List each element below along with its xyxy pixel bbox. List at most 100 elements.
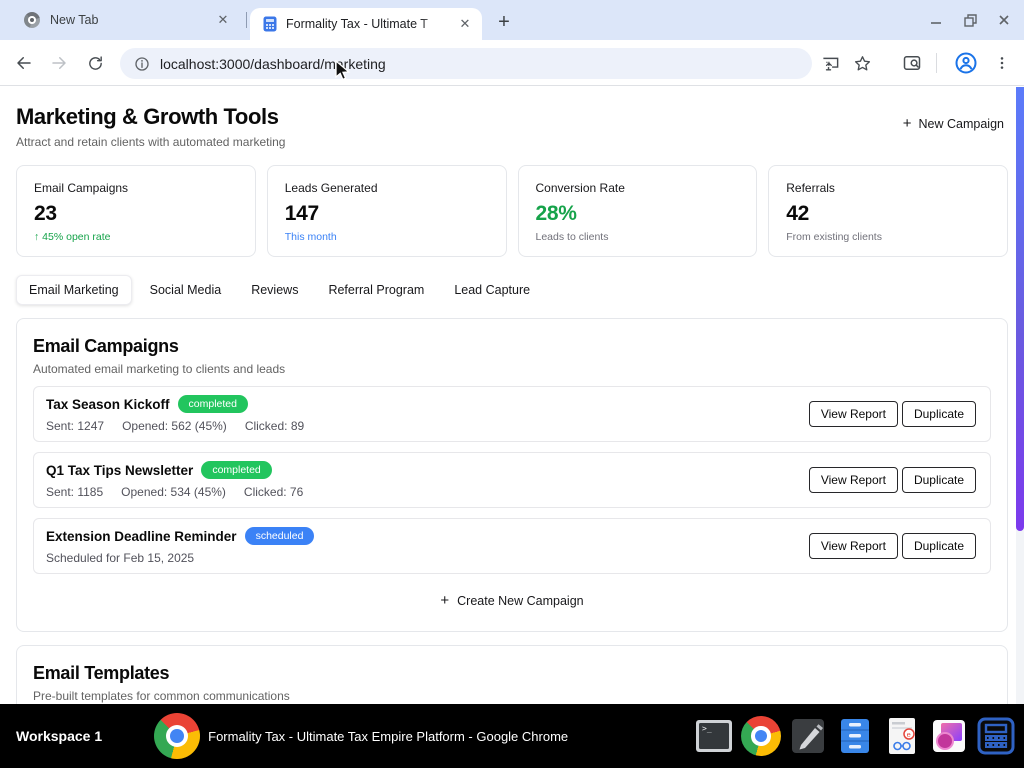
document-viewer-icon[interactable]: e [882, 716, 922, 756]
tab-email-marketing[interactable]: Email Marketing [16, 275, 132, 305]
install-app-icon[interactable] [817, 50, 843, 76]
tab-separator [246, 12, 247, 28]
campaign-stat: Scheduled for Feb 15, 2025 [46, 551, 194, 565]
stat-value: 23 [34, 202, 238, 226]
forward-button[interactable] [46, 50, 72, 76]
status-badge: completed [201, 461, 271, 479]
stat-note: From existing clients [786, 231, 990, 243]
tab-referral-program[interactable]: Referral Program [316, 276, 436, 304]
window-restore-button[interactable] [960, 10, 980, 30]
stat-label: Referrals [786, 181, 990, 195]
close-tab-icon[interactable]: ✕ [456, 15, 474, 33]
side-panel-search-icon[interactable] [899, 50, 925, 76]
create-new-campaign-button[interactable]: + Create New Campaign [33, 593, 991, 608]
stat-note: ↑ 45% open rate [34, 231, 238, 243]
address-bar[interactable]: localhost:3000/dashboard/marketing [120, 48, 812, 79]
svg-text:e: e [907, 731, 911, 739]
campaign-stat: Opened: 534 (45%) [121, 485, 226, 499]
window-minimize-button[interactable] [926, 10, 946, 30]
stats-row: Email Campaigns 23 ↑ 45% open rate Leads… [16, 165, 1008, 257]
tab-reviews[interactable]: Reviews [239, 276, 310, 304]
tab-lead-capture[interactable]: Lead Capture [442, 276, 542, 304]
campaign-row-tax-season-kickoff[interactable]: Tax Season Kickoff completed Sent: 1247 … [33, 386, 991, 442]
dock: >_ e [694, 716, 1016, 756]
bookmark-star-icon[interactable] [849, 50, 875, 76]
plus-icon: + [903, 116, 912, 131]
campaign-stat: Clicked: 76 [244, 485, 303, 499]
chrome-window-icon[interactable] [154, 713, 200, 759]
calculator-icon[interactable] [976, 716, 1016, 756]
browser-tab-active[interactable]: Formality Tax - Ultimate T ✕ [250, 8, 482, 40]
campaign-name: Tax Season Kickoff [46, 397, 170, 412]
stat-value: 28% [536, 202, 740, 226]
campaign-row-q1-tax-tips[interactable]: Q1 Tax Tips Newsletter completed Sent: 1… [33, 452, 991, 508]
email-templates-card: Email Templates Pre-built templates for … [16, 645, 1008, 704]
stat-value: 147 [285, 202, 489, 226]
site-info-icon[interactable] [134, 56, 150, 72]
page-content: Marketing & Growth Tools Attract and ret… [0, 87, 1024, 704]
mouse-cursor [334, 60, 354, 82]
status-badge: scheduled [245, 527, 315, 545]
chrome-favicon-gray-icon [24, 12, 40, 28]
browser-tab-strip: New Tab ✕ Formality Tax - Ultimate T ✕ + [0, 0, 1024, 40]
stat-note: This month [285, 231, 489, 243]
duplicate-button[interactable]: Duplicate [902, 467, 976, 493]
window-close-button[interactable] [994, 10, 1014, 30]
section-title: Email Templates [33, 663, 991, 684]
view-report-button[interactable]: View Report [809, 401, 898, 427]
active-window-title[interactable]: Formality Tax - Ultimate Tax Empire Plat… [208, 729, 568, 744]
stat-card-conversion-rate: Conversion Rate 28% Leads to clients [518, 165, 758, 257]
view-report-button[interactable]: View Report [809, 467, 898, 493]
campaign-stat: Clicked: 89 [245, 419, 304, 433]
text-editor-icon[interactable] [788, 716, 828, 756]
campaign-row-extension-deadline[interactable]: Extension Deadline Reminder scheduled Sc… [33, 518, 991, 574]
toolbar-divider [936, 53, 937, 73]
tab-title: New Tab [50, 13, 204, 27]
stat-note: Leads to clients [536, 231, 740, 243]
email-campaigns-card: Email Campaigns Automated email marketin… [16, 318, 1008, 632]
workspace-label: Workspace 1 [16, 728, 102, 744]
duplicate-button[interactable]: Duplicate [902, 533, 976, 559]
stat-card-leads-generated: Leads Generated 147 This month [267, 165, 507, 257]
stat-card-referrals: Referrals 42 From existing clients [768, 165, 1008, 257]
stat-value: 42 [786, 202, 990, 226]
section-subtitle: Automated email marketing to clients and… [33, 362, 991, 376]
reload-button[interactable] [82, 50, 108, 76]
terminal-icon[interactable]: >_ [694, 716, 734, 756]
stat-label: Conversion Rate [536, 181, 740, 195]
new-campaign-button[interactable]: + New Campaign [903, 116, 1004, 131]
file-manager-icon[interactable] [835, 716, 875, 756]
back-button[interactable] [11, 50, 37, 76]
campaign-stat: Opened: 562 (45%) [122, 419, 227, 433]
chrome-icon[interactable] [741, 716, 781, 756]
page-subtitle: Attract and retain clients with automate… [16, 135, 285, 149]
stat-card-email-campaigns: Email Campaigns 23 ↑ 45% open rate [16, 165, 256, 257]
scrollbar-thumb[interactable] [1016, 87, 1024, 531]
image-viewer-icon[interactable] [929, 716, 969, 756]
taskbar: Workspace 1 Formality Tax - Ultimate Tax… [0, 704, 1024, 768]
campaign-stat: Sent: 1247 [46, 419, 104, 433]
marketing-tabs: Email Marketing Social Media Reviews Ref… [16, 275, 1008, 305]
svg-text:>_: >_ [702, 724, 712, 733]
stat-label: Leads Generated [285, 181, 489, 195]
stat-label: Email Campaigns [34, 181, 238, 195]
chrome-menu-icon[interactable] [989, 50, 1015, 76]
browser-tab-new-tab[interactable]: New Tab ✕ [8, 0, 242, 40]
campaign-stat: Sent: 1185 [46, 485, 103, 499]
new-tab-button[interactable]: + [492, 10, 516, 34]
profile-avatar-icon[interactable] [953, 50, 979, 76]
view-report-button[interactable]: View Report [809, 533, 898, 559]
campaign-name: Q1 Tax Tips Newsletter [46, 463, 193, 478]
page-title: Marketing & Growth Tools [16, 104, 285, 130]
campaign-name: Extension Deadline Reminder [46, 529, 237, 544]
tab-title: Formality Tax - Ultimate T [286, 17, 448, 31]
tab-social-media[interactable]: Social Media [138, 276, 234, 304]
close-tab-icon[interactable]: ✕ [214, 11, 232, 29]
status-badge: completed [178, 395, 248, 413]
new-campaign-label: New Campaign [919, 117, 1004, 131]
section-title: Email Campaigns [33, 336, 991, 357]
section-subtitle: Pre-built templates for common communica… [33, 689, 991, 703]
plus-icon: + [498, 11, 510, 34]
duplicate-button[interactable]: Duplicate [902, 401, 976, 427]
create-new-campaign-label: Create New Campaign [457, 594, 583, 608]
